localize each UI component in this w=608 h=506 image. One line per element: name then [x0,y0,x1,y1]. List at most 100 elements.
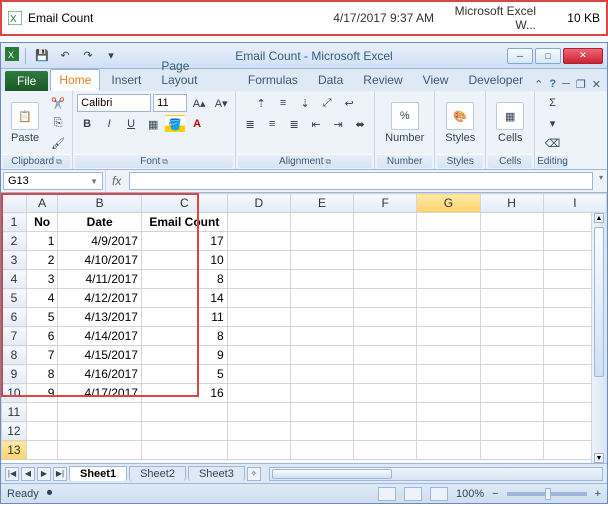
clipboard-dialog-icon[interactable]: ⧉ [56,157,62,167]
cell[interactable] [227,384,290,403]
row-header[interactable]: 9 [2,365,27,384]
cell[interactable] [290,365,353,384]
tab-data[interactable]: Data [309,69,352,91]
macro-record-icon[interactable]: ⏺ [47,487,53,500]
cell[interactable] [290,346,353,365]
col-header-A[interactable]: A [26,194,58,213]
sheet-tab-1[interactable]: Sheet1 [69,466,127,481]
border-button[interactable]: ▦ [143,115,163,133]
cell[interactable]: 4/12/2017 [58,289,142,308]
cell[interactable]: 16 [141,384,227,403]
last-sheet-icon[interactable]: ▶| [53,467,67,481]
cell[interactable]: 4/13/2017 [58,308,142,327]
new-sheet-icon[interactable]: ✧ [247,467,261,481]
cell[interactable] [480,365,543,384]
cell[interactable]: 1 [26,232,58,251]
cell[interactable] [417,365,480,384]
horizontal-scrollbar[interactable] [269,467,603,481]
normal-view-icon[interactable] [378,487,396,501]
zoom-out-icon[interactable]: − [492,488,498,500]
cell[interactable] [480,289,543,308]
cell[interactable] [480,251,543,270]
cell[interactable] [354,365,417,384]
row-header[interactable]: 2 [2,232,27,251]
col-header-E[interactable]: E [290,194,353,213]
cell[interactable] [227,365,290,384]
cell[interactable] [290,270,353,289]
tab-page-layout[interactable]: Page Layout [152,55,237,91]
cell[interactable]: 4/17/2017 [58,384,142,403]
tab-insert[interactable]: Insert [102,69,150,91]
col-header-H[interactable]: H [480,194,543,213]
tab-view[interactable]: View [414,69,458,91]
select-all-corner[interactable] [2,194,27,213]
increase-font-icon[interactable]: A▴ [189,94,209,112]
align-left-icon[interactable]: ≣ [240,115,260,133]
cell[interactable]: 2 [26,251,58,270]
col-header-I[interactable]: I [543,194,606,213]
cell[interactable]: 4/16/2017 [58,365,142,384]
cell[interactable]: 4/15/2017 [58,346,142,365]
row-header[interactable]: 13 [2,441,27,460]
prev-sheet-icon[interactable]: ◀ [21,467,35,481]
copy-icon[interactable]: ⎘ [48,114,68,132]
decrease-font-icon[interactable]: A▾ [211,94,231,112]
orientation-icon[interactable]: ⤢ [317,94,337,112]
page-layout-view-icon[interactable] [404,487,422,501]
decrease-indent-icon[interactable]: ⇤ [306,115,326,133]
tab-home[interactable]: Home [50,69,100,91]
name-box[interactable]: G13▼ [3,172,103,190]
col-header-D[interactable]: D [227,194,290,213]
row-header[interactable]: 8 [2,346,27,365]
scroll-up-icon[interactable]: ▲ [594,213,604,223]
cell[interactable]: 4/9/2017 [58,232,142,251]
increase-indent-icon[interactable]: ⇥ [328,115,348,133]
fill-color-button[interactable]: 🪣 [165,115,185,133]
row-header[interactable]: 11 [2,403,27,422]
row-header[interactable]: 4 [2,270,27,289]
cell[interactable]: 7 [26,346,58,365]
col-header-G[interactable]: G [417,194,480,213]
page-break-view-icon[interactable] [430,487,448,501]
zoom-slider[interactable] [507,492,587,496]
cell[interactable] [227,251,290,270]
cell[interactable] [480,384,543,403]
cell[interactable] [354,289,417,308]
cell[interactable]: 9 [141,346,227,365]
cell[interactable]: Date [58,213,142,232]
cell[interactable]: 5 [26,308,58,327]
cell[interactable] [227,327,290,346]
row-header[interactable]: 12 [2,422,27,441]
row-header[interactable]: 7 [2,327,27,346]
sheet-tab-2[interactable]: Sheet2 [129,466,186,481]
zoom-in-icon[interactable]: + [595,488,601,500]
cell[interactable] [290,232,353,251]
italic-button[interactable]: I [99,115,119,133]
redo-icon[interactable]: ↷ [78,47,98,65]
cell[interactable] [290,327,353,346]
col-header-C[interactable]: C [141,194,227,213]
cell[interactable]: 4/14/2017 [58,327,142,346]
fx-label[interactable]: fx [105,170,127,192]
cell[interactable] [354,213,417,232]
number-format-button[interactable]: %Number [379,100,430,146]
cell[interactable] [290,213,353,232]
col-header-B[interactable]: B [58,194,142,213]
tab-developer[interactable]: Developer [459,69,532,91]
cells-button[interactable]: ▦Cells [490,100,530,146]
font-name-input[interactable] [77,94,151,112]
cell[interactable]: Email Count [141,213,227,232]
next-sheet-icon[interactable]: ▶ [37,467,51,481]
col-header-F[interactable]: F [354,194,417,213]
cell[interactable] [227,232,290,251]
cell[interactable]: 5 [141,365,227,384]
cell[interactable]: 3 [26,270,58,289]
bold-button[interactable]: B [77,115,97,133]
merge-center-icon[interactable]: ⬌ [350,115,370,133]
paste-button[interactable]: 📋 Paste [5,100,45,146]
cell[interactable]: 8 [141,270,227,289]
cell[interactable] [227,270,290,289]
cell[interactable] [290,251,353,270]
formula-input[interactable] [129,172,593,190]
fill-icon[interactable]: ▾ [543,114,563,132]
